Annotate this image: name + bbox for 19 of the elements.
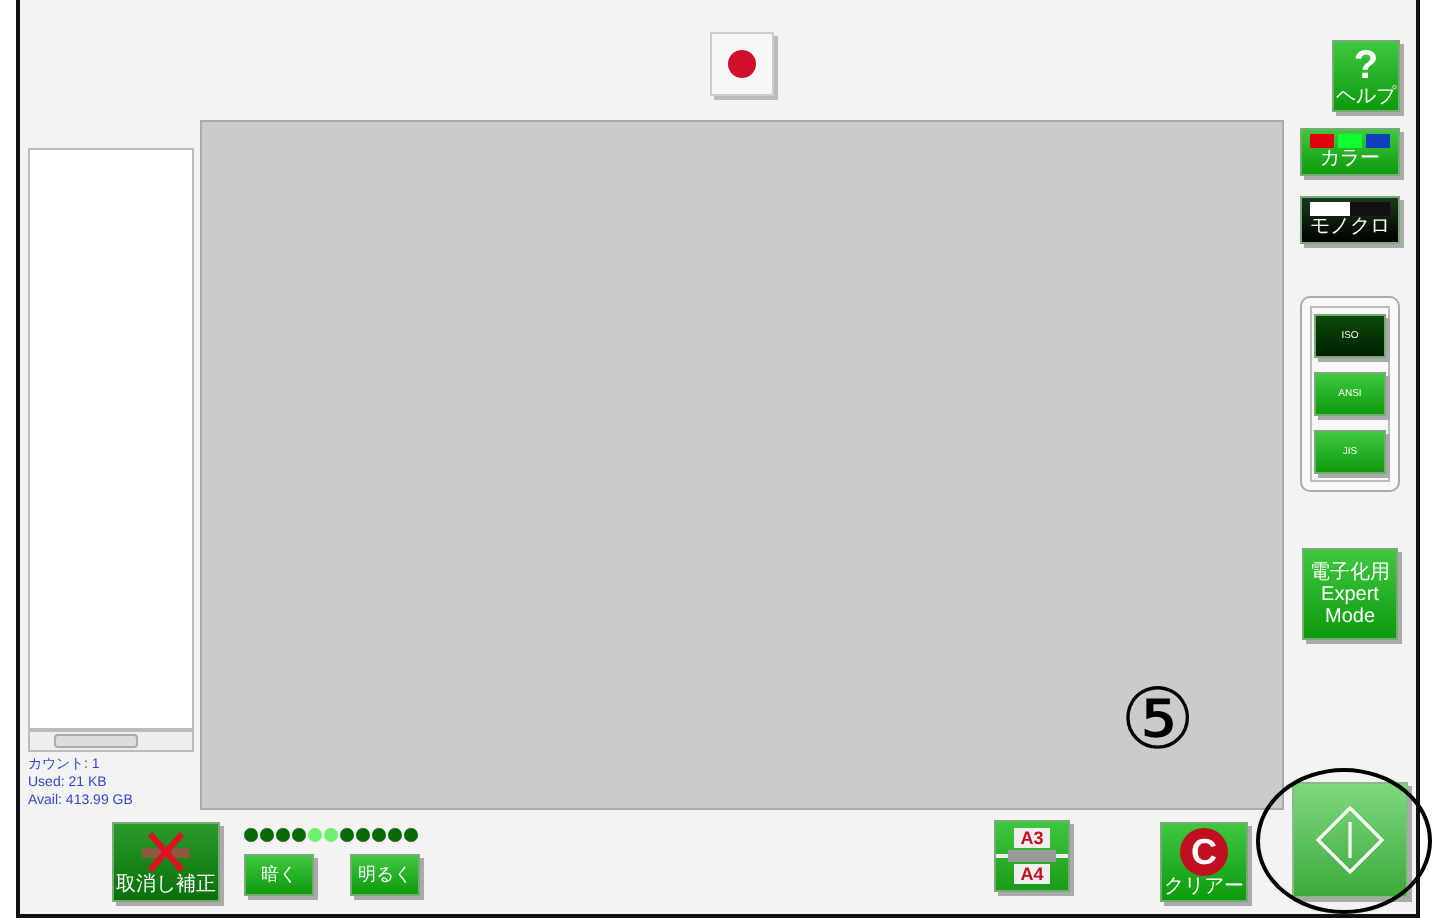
annotation-number: ⑤: [1120, 676, 1196, 764]
start-button[interactable]: [1292, 782, 1408, 898]
file-list[interactable]: [28, 148, 194, 730]
cross-over-pen-icon: [138, 829, 194, 873]
expert-mode-button[interactable]: 電子化用 Expert Mode: [1302, 548, 1398, 640]
brighter-button[interactable]: 明るく: [350, 854, 420, 896]
record-button[interactable]: [710, 32, 774, 96]
monochrome-button[interactable]: モノクロ: [1300, 196, 1400, 244]
scanner-slot-icon: [996, 850, 1068, 862]
darker-button[interactable]: 暗く: [244, 854, 314, 896]
color-mode-button[interactable]: カラー: [1300, 128, 1400, 176]
clear-button[interactable]: C クリアー: [1160, 822, 1248, 902]
undo-correction-button[interactable]: 取消し補正: [112, 822, 220, 902]
help-button[interactable]: ? ヘルプ: [1332, 40, 1400, 112]
paper-size-button[interactable]: A3 A4: [994, 820, 1070, 892]
horizontal-scrollbar[interactable]: [28, 730, 194, 752]
grayscale-bar-icon: [1310, 202, 1390, 216]
start-diamond-icon: [1316, 806, 1384, 874]
color-swatches-icon: [1310, 134, 1390, 148]
